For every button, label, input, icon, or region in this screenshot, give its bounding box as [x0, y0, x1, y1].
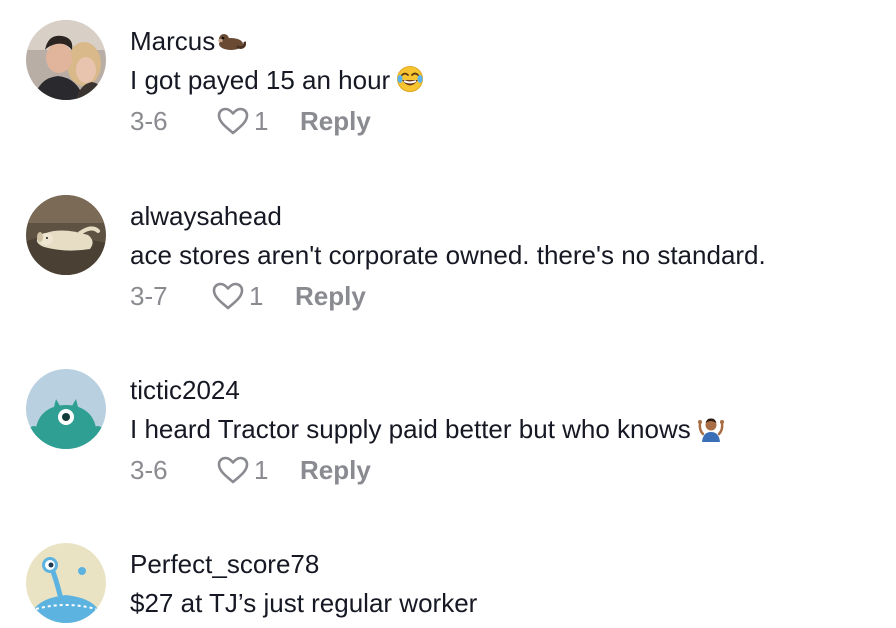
avatar[interactable] — [26, 195, 106, 275]
like-button[interactable]: 1 — [216, 106, 294, 137]
avatar[interactable] — [26, 20, 106, 100]
shrug-emoji-icon — [697, 418, 724, 442]
comment-item: alwaysahead ace stores aren't corporate … — [0, 175, 896, 350]
comment-item: tictic2024 I heard Tractor supply paid b… — [0, 349, 896, 524]
reply-button[interactable]: Reply — [295, 281, 366, 312]
comment-date: 3-7 — [130, 280, 168, 311]
otter-icon — [218, 34, 247, 50]
reply-button[interactable]: Reply — [300, 106, 371, 137]
comment-meta: 3-6 1 Reply — [130, 104, 371, 138]
comment-item: Perfect_score78 $27 at TJ’s just regular… — [0, 523, 896, 628]
comment-meta: 3-6 1 Reply — [130, 453, 371, 487]
like-count: 1 — [254, 454, 269, 485]
comment-list: Marcus I got payed 15 an hour 3-6 1 Repl… — [0, 0, 896, 628]
avatar-photo-couple — [26, 20, 106, 100]
comment-text: ace stores aren't corporate owned. there… — [130, 240, 766, 270]
avatar-default-blue-alien — [26, 543, 106, 623]
comment-meta: 3-7 1 Reply — [130, 279, 366, 313]
comment-date: 3-6 — [130, 454, 168, 485]
comment-username[interactable]: alwaysahead — [130, 201, 282, 231]
comment-text: I got payed 15 an hour — [130, 64, 424, 96]
avatar[interactable] — [26, 369, 106, 449]
comment-date: 3-6 — [130, 105, 168, 136]
avatar-photo-dog — [26, 195, 106, 275]
like-count: 1 — [254, 105, 269, 136]
laughing-emoji-icon — [397, 66, 424, 92]
like-button[interactable]: 1 — [211, 281, 289, 312]
comment-text: $27 at TJ’s just regular worker — [130, 588, 478, 618]
comment-username[interactable]: Marcus — [130, 26, 247, 56]
reply-button[interactable]: Reply — [300, 455, 371, 486]
avatar[interactable] — [26, 543, 106, 623]
comment-text: I heard Tractor supply paid better but w… — [130, 413, 725, 445]
heart-outline-icon — [217, 107, 249, 135]
like-button[interactable]: 1 — [216, 455, 294, 486]
comment-username[interactable]: tictic2024 — [130, 375, 240, 405]
comment-item: Marcus I got payed 15 an hour 3-6 1 Repl… — [0, 0, 896, 175]
heart-outline-icon — [212, 282, 244, 310]
heart-outline-icon — [217, 456, 249, 484]
comment-username[interactable]: Perfect_score78 — [130, 549, 319, 579]
like-count: 1 — [249, 280, 264, 311]
avatar-default-teal-monster — [26, 369, 106, 449]
